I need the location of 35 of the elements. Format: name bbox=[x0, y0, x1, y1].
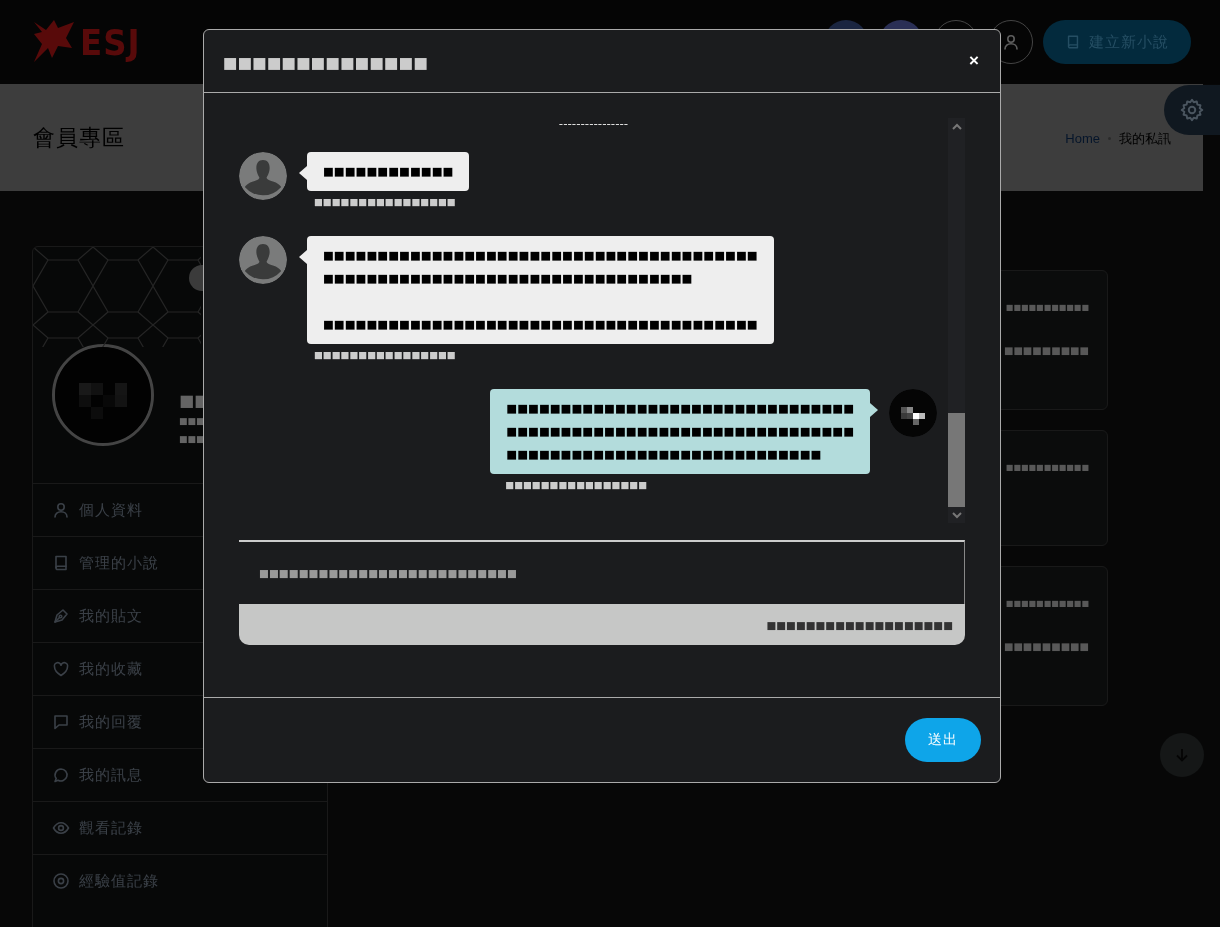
card-text: ■■■■■■■■■ bbox=[1003, 344, 1089, 358]
message-field[interactable]: ■■■■■■■■■■■■■■■■■■■■■■■■■■ bbox=[239, 540, 965, 604]
chat-bubble-icon bbox=[52, 766, 70, 784]
user-icon bbox=[1002, 33, 1020, 51]
profile-detail: ■■■ bbox=[179, 415, 206, 428]
settings-icon bbox=[1179, 97, 1205, 123]
close-button[interactable]: × bbox=[967, 51, 981, 71]
card-text: ■■■■■■■■■■■ bbox=[1005, 302, 1089, 314]
book-icon bbox=[1065, 33, 1081, 51]
send-button[interactable]: 送出 bbox=[905, 718, 981, 762]
card-text: ■■■■■■■■■■■ bbox=[1005, 462, 1089, 474]
avatar-icon bbox=[239, 152, 287, 200]
message-time: ■■■■■■■■■■■■■■■■ bbox=[314, 197, 457, 207]
logo-text: ESJ bbox=[80, 21, 141, 63]
message-time: ■■■■■■■■■■■■■■■■ bbox=[505, 480, 649, 490]
target-icon bbox=[52, 872, 70, 890]
sidebar-item[interactable]: 經驗值記錄 bbox=[33, 854, 327, 907]
card-text: ■■■■■■■■■ bbox=[1003, 640, 1089, 654]
heart-icon bbox=[52, 660, 70, 678]
avatar-icon bbox=[239, 236, 287, 284]
pen-icon bbox=[52, 607, 70, 625]
message-time: ■■■■■■■■■■■■■■■■ bbox=[314, 350, 457, 360]
scrollbar-thumb[interactable] bbox=[948, 413, 965, 507]
page-title: 會員專區 bbox=[33, 123, 125, 152]
sidebar-item[interactable]: 觀看記錄 bbox=[33, 801, 327, 854]
user-icon bbox=[52, 501, 70, 519]
profile-detail: ■■■ bbox=[179, 433, 206, 446]
breadcrumb-link[interactable]: Home bbox=[1065, 131, 1100, 146]
eye-icon bbox=[52, 819, 70, 837]
character-counter: ■■■■■■■■■■■■■■■■■■■ bbox=[766, 618, 953, 631]
card-text: ■■■■■■■■■■■ bbox=[1005, 598, 1089, 610]
book-icon bbox=[52, 554, 70, 572]
chat-icon bbox=[52, 713, 70, 731]
modal-title: ■■■■■■■■■■■■■■ bbox=[223, 53, 429, 72]
date-divider: ---------------- bbox=[558, 118, 629, 130]
